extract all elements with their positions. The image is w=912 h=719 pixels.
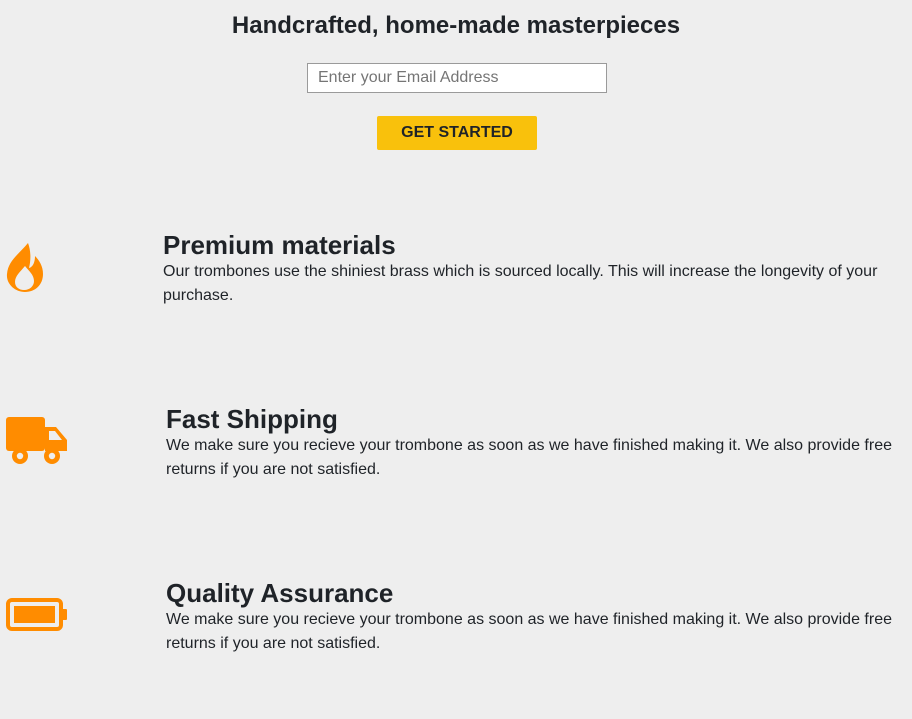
feature-heading: Quality Assurance <box>166 578 394 608</box>
feature-description: We make sure you recieve your trombone a… <box>166 437 892 478</box>
fire-icon <box>6 242 44 297</box>
battery-icon <box>6 598 68 637</box>
feature-description: Our trombones use the shiniest brass whi… <box>163 263 878 304</box>
feature-description: We make sure you recieve your trombone a… <box>166 611 892 652</box>
feature-heading: Premium materials <box>163 230 396 260</box>
get-started-button[interactable]: GET STARTED <box>377 116 537 150</box>
feature-heading: Fast Shipping <box>166 404 338 434</box>
truck-icon <box>6 416 68 471</box>
page-title: Handcrafted, home-made masterpieces <box>231 12 681 39</box>
email-field[interactable] <box>307 63 607 93</box>
